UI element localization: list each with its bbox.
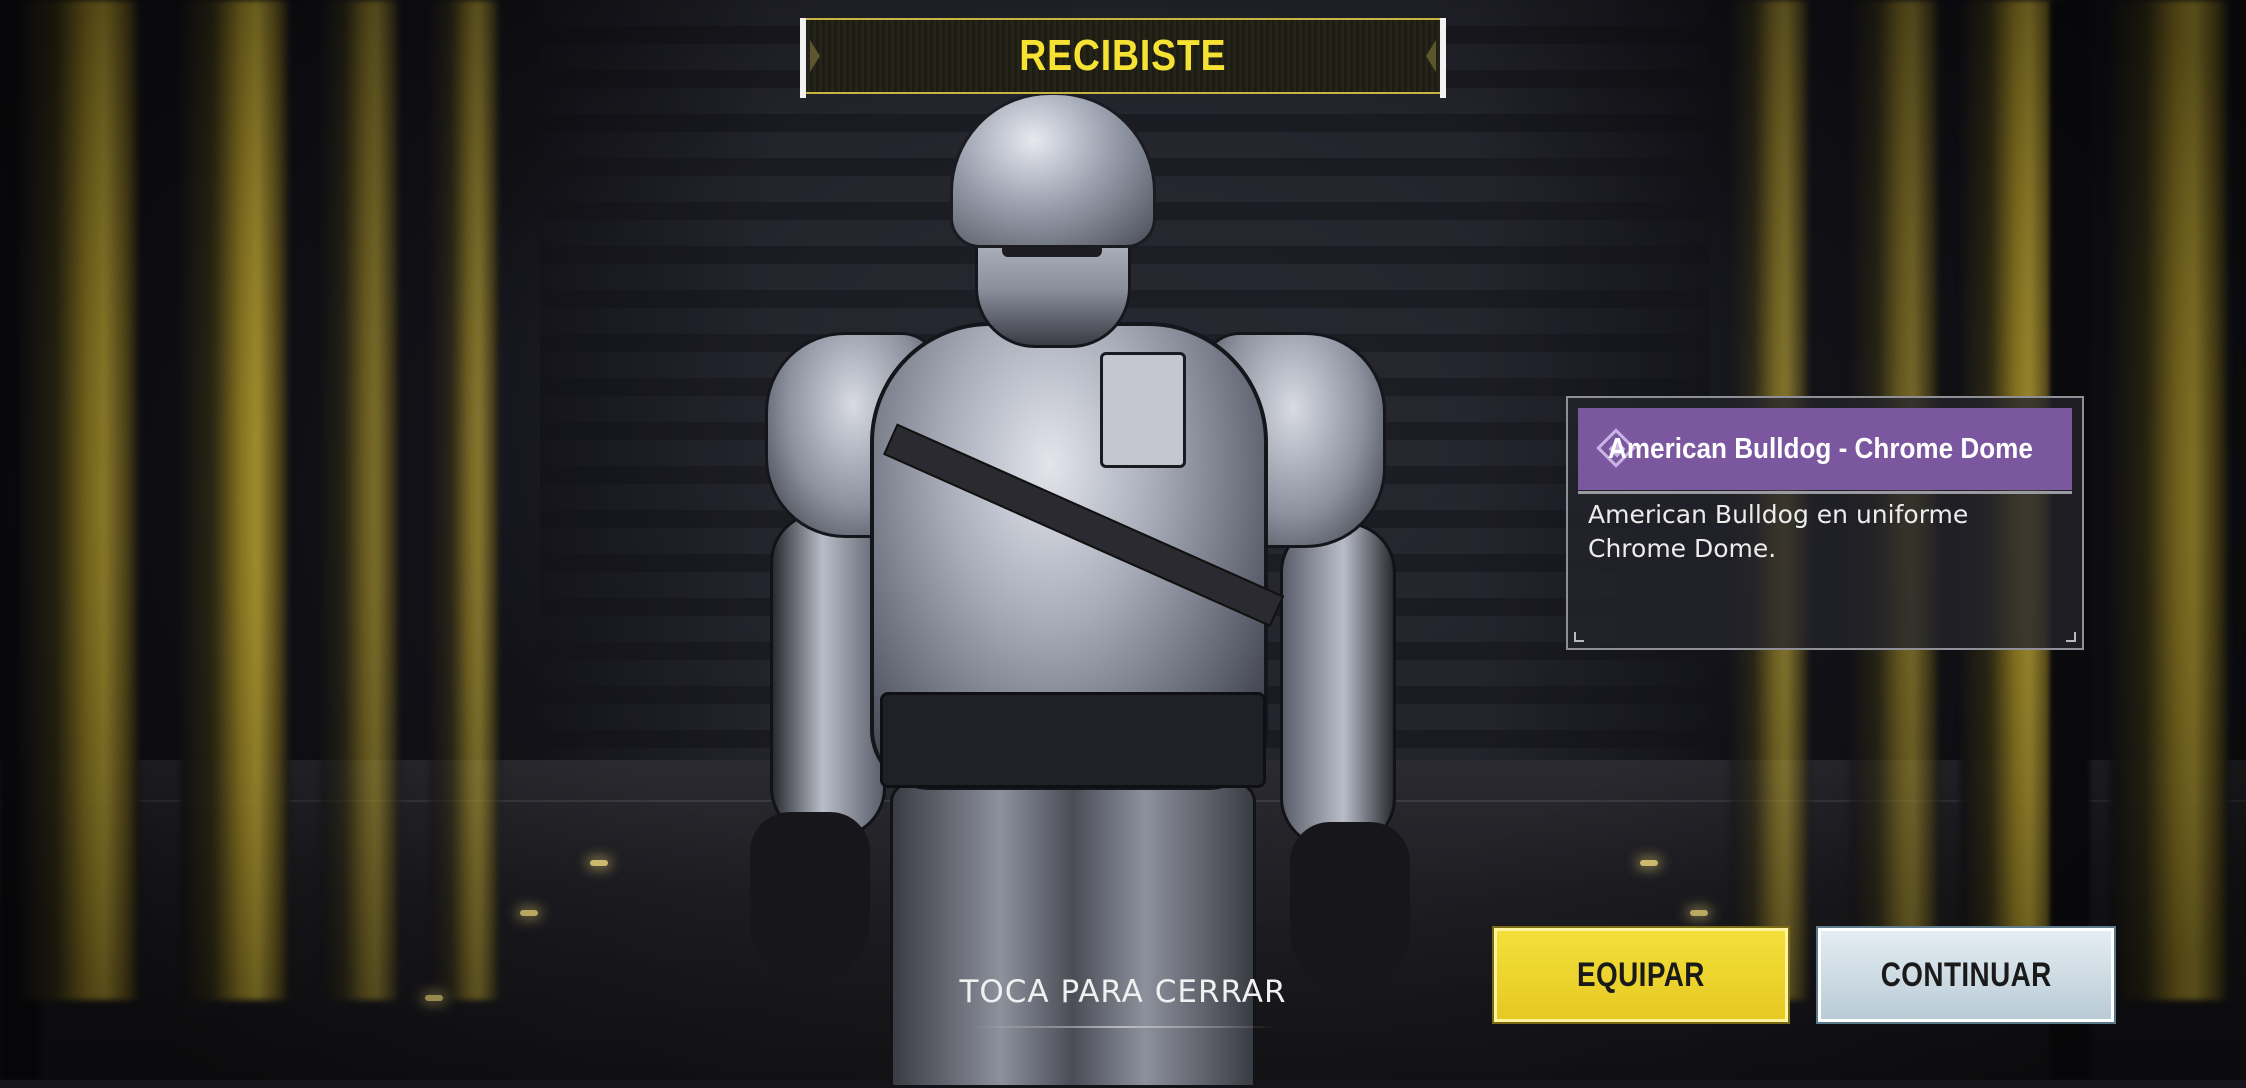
received-banner: RECIBISTE	[800, 18, 1446, 98]
item-description: American Bulldog en uniforme Chrome Dome…	[1588, 500, 1969, 563]
tap-to-close-button[interactable]: TOCA PARA CERRAR	[942, 962, 1304, 1028]
item-name: American Bulldog - Chrome Dome	[1608, 432, 2033, 465]
operator-character-model	[720, 92, 1420, 1088]
continue-button-label: CONTINUAR	[1880, 955, 2052, 994]
banner-title: RECIBISTE	[1019, 31, 1227, 80]
continue-button[interactable]: CONTINUAR	[1816, 926, 2116, 1024]
item-info-card: American Bulldog - Chrome Dome American …	[1566, 396, 2084, 650]
equip-button[interactable]: EQUIPAR	[1492, 926, 1790, 1024]
equip-button-label: EQUIPAR	[1577, 955, 1705, 994]
tap-to-close-label: TOCA PARA CERRAR	[959, 974, 1287, 1010]
item-header: American Bulldog - Chrome Dome	[1578, 408, 2072, 494]
